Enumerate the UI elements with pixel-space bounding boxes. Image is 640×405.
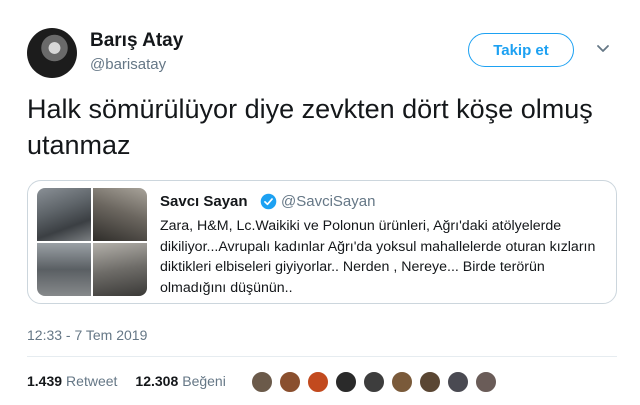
divider bbox=[27, 356, 617, 357]
media-photo[interactable] bbox=[93, 188, 147, 241]
liker-avatar[interactable] bbox=[306, 370, 330, 394]
follow-button[interactable]: Takip et bbox=[468, 33, 574, 67]
liker-avatar[interactable] bbox=[418, 370, 442, 394]
quoted-tweet-text: Zara, H&M, Lc.Waikiki ve Polonun ürünler… bbox=[160, 218, 596, 296]
tweet-timestamp[interactable]: 12:33 - 7 Tem 2019 bbox=[27, 327, 147, 343]
liker-avatar[interactable] bbox=[390, 370, 414, 394]
author-handle[interactable]: @barisatay bbox=[90, 56, 166, 73]
retweet-count[interactable]: 1.439 bbox=[27, 373, 62, 389]
author-name[interactable]: Barış Atay bbox=[90, 30, 183, 52]
quoted-author-name: Savcı Sayan bbox=[160, 193, 248, 210]
tweet-text: Halk sömürülüyor diye zevkten dört köşe … bbox=[27, 94, 593, 160]
like-label[interactable]: Beğeni bbox=[182, 373, 226, 389]
media-photo[interactable] bbox=[93, 243, 147, 296]
media-photo[interactable] bbox=[37, 188, 91, 241]
liker-avatar[interactable] bbox=[334, 370, 358, 394]
chevron-down-icon[interactable] bbox=[594, 40, 612, 58]
liker-avatars bbox=[250, 370, 502, 394]
liker-avatar[interactable] bbox=[362, 370, 386, 394]
liker-avatar[interactable] bbox=[278, 370, 302, 394]
like-count[interactable]: 12.308 bbox=[135, 373, 178, 389]
engagement-stats: 1.439 Retweet 12.308 Beğeni bbox=[27, 373, 226, 389]
liker-avatar[interactable] bbox=[474, 370, 498, 394]
liker-avatar[interactable] bbox=[446, 370, 470, 394]
quoted-author-handle: @SavciSayan bbox=[281, 193, 376, 210]
author-avatar[interactable] bbox=[27, 28, 77, 78]
verified-badge-icon bbox=[260, 193, 277, 210]
media-photo[interactable] bbox=[37, 243, 91, 296]
liker-avatar[interactable] bbox=[250, 370, 274, 394]
retweet-label[interactable]: Retweet bbox=[66, 373, 117, 389]
quoted-tweet-card[interactable]: Savcı Sayan @SavciSayan Zara, H&M, Lc.Wa… bbox=[27, 180, 617, 304]
quoted-tweet-media[interactable] bbox=[37, 188, 147, 296]
